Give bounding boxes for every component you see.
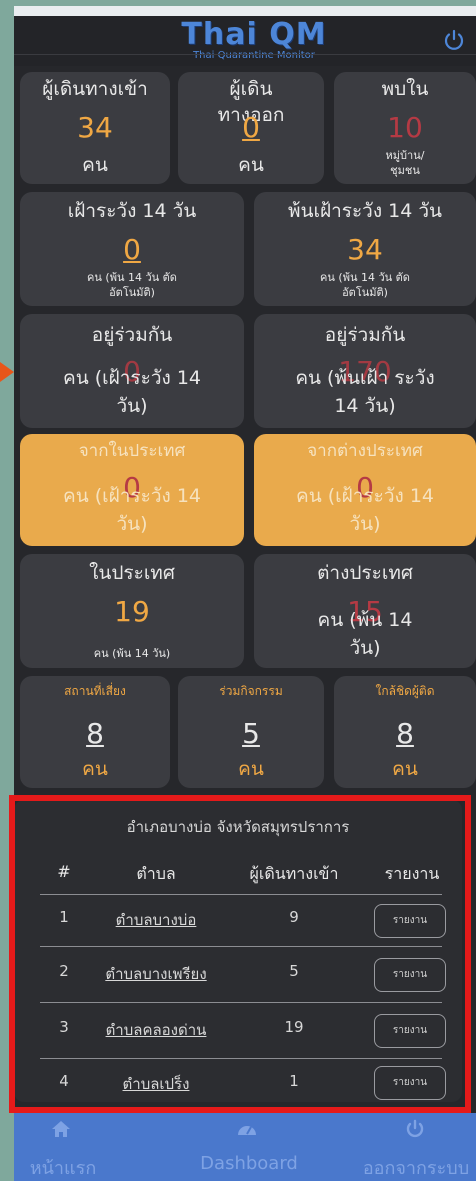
card-unit: คน [238, 758, 264, 780]
card-cohabitant-watch[interactable]: อยู่ร่วมกัน 0 คน (เฝ้าระวัง 14 วัน) [20, 314, 244, 428]
card-title: อยู่ร่วมกัน [324, 324, 406, 346]
arrival-count: 19 [284, 1018, 304, 1036]
card-title: ผู้เดินทางเข้า [42, 78, 148, 100]
card-value: 5 [242, 717, 260, 750]
card-close-contact[interactable]: ใกล้ชิดผู้ติด 8 คน [334, 676, 476, 788]
card-value: 0 [242, 111, 260, 144]
card-title: ร่วมกิจกรรม [219, 684, 283, 698]
card-released-14-days[interactable]: พ้นเฝ้าระวัง 14 วัน 34 คน (พ้น 14 วัน ตั… [254, 192, 476, 306]
card-title: พ้นเฝ้าระวัง 14 วัน [287, 200, 443, 222]
card-title: เฝ้าระวัง 14 วัน [67, 200, 197, 222]
report-button[interactable]: รายงาน [374, 904, 446, 938]
card-note: คน (พ้น 14 วัน ตัด อัตโนมัติ) [87, 271, 177, 299]
row-number: 1 [59, 908, 69, 926]
card-cohabitant-released[interactable]: อยู่ร่วมกัน 170 คน (พ้นเฝ้า ระวัง 14 วัน… [254, 314, 476, 428]
logout-icon [406, 1119, 424, 1138]
card-note: คน (พ้น 14 วัน ตัด อัตโนมัติ) [320, 271, 410, 299]
card-found-in[interactable]: พบใน 10 หมู่บ้าน/ ชุมชน [334, 72, 476, 184]
card-title: จากในประเทศ [78, 441, 186, 461]
card-risk-location[interactable]: สถานที่เสี่ยง 8 คน [20, 676, 170, 788]
card-title: สถานที่เสี่ยง [64, 684, 126, 698]
card-unit: คน (เฝ้าระวัง 14 วัน) [295, 485, 435, 535]
card-watch-14-days[interactable]: เฝ้าระวัง 14 วัน 0 คน (พ้น 14 วัน ตัด อั… [20, 192, 244, 306]
row-number: 3 [59, 1018, 69, 1036]
card-from-domestic[interactable]: จากในประเทศ 0 คน (เฝ้าระวัง 14 วัน) [20, 434, 244, 546]
card-title: ในประเทศ [89, 562, 175, 584]
nav-logout[interactable]: ออกจากระบบ [356, 1153, 476, 1181]
card-arrivals[interactable]: ผู้เดินทางเข้า 34 คน [20, 72, 170, 184]
card-title: พบใน [381, 78, 429, 100]
card-domestic[interactable]: ในประเทศ 19 คน (พ้น 14 วัน) [20, 554, 244, 668]
dashboard-icon [238, 1126, 256, 1135]
col-header-report: รายงาน [384, 864, 440, 883]
annotation-arrow [0, 362, 14, 382]
card-unit: คน (พ้นเฝ้า ระวัง 14 วัน) [295, 367, 435, 417]
card-title: จากต่างประเทศ [307, 441, 423, 461]
card-value: 0 [123, 233, 141, 266]
card-value: 34 [77, 111, 113, 144]
report-button[interactable]: รายงาน [374, 958, 446, 992]
card-joined-activity[interactable]: ร่วมกิจกรรม 5 คน [178, 676, 324, 788]
app-logo: Thai QM [181, 17, 327, 52]
col-header-no: # [57, 862, 71, 881]
card-abroad[interactable]: ต่างประเทศ 15 คน (พ้น 14 วัน) [254, 554, 476, 668]
row-divider [40, 894, 442, 895]
tambon-link[interactable]: ตำบลเปร็ง [96, 1072, 216, 1096]
power-icon[interactable] [442, 28, 466, 52]
card-title: อยู่ร่วมกัน [91, 324, 173, 346]
app-logo-subtitle: Thai Quarantine Monitor [193, 50, 315, 61]
app-header: Thai QM Thai Quarantine Monitor [14, 16, 476, 66]
tambon-link[interactable]: ตำบลบางบ่อ [96, 908, 216, 932]
card-unit: คน [392, 758, 418, 780]
nav-home[interactable]: หน้าแรก [14, 1153, 112, 1181]
bottom-nav: หน้าแรก Dashboard ออกจากระบบ [14, 1113, 476, 1181]
card-value: 34 [347, 233, 383, 266]
row-number: 4 [59, 1072, 69, 1090]
col-header-tambon: ตำบล [136, 864, 176, 883]
nav-dashboard[interactable]: Dashboard [184, 1153, 314, 1174]
home-icon [52, 1121, 70, 1137]
report-button[interactable]: รายงาน [374, 1014, 446, 1048]
report-button[interactable]: รายงาน [374, 1066, 446, 1100]
card-unit: คน (พ้น 14 วัน) [317, 609, 413, 659]
arrival-count: 5 [289, 962, 299, 980]
card-unit: คน [238, 154, 264, 176]
card-value: 8 [86, 717, 104, 750]
card-value: 8 [396, 717, 414, 750]
row-divider [40, 1002, 442, 1003]
row-number: 2 [59, 962, 69, 980]
card-title: ใกล้ชิดผู้ติด [375, 684, 435, 698]
tambon-link[interactable]: ตำบลบางเพรียง [92, 962, 220, 986]
card-note: คน (พ้น 14 วัน) [93, 647, 171, 660]
tambon-link[interactable]: ตำบลคลองด่าน [96, 1018, 216, 1042]
row-divider [40, 946, 442, 947]
arrival-count: 1 [289, 1072, 299, 1090]
status-strip [14, 6, 476, 16]
card-unit: หมู่บ้าน/ ชุมชน [385, 149, 425, 177]
district-table [14, 800, 462, 1102]
card-unit: คน [82, 758, 108, 780]
table-caption: อำเภอบางบ่อ จังหวัดสมุทรปราการ [126, 818, 350, 836]
card-from-abroad[interactable]: จากต่างประเทศ 0 คน (เฝ้าระวัง 14 วัน) [254, 434, 476, 546]
card-unit: คน (เฝ้าระวัง 14 วัน) [62, 367, 202, 417]
arrival-count: 9 [289, 908, 299, 926]
card-departures[interactable]: ผู้เดิน ทางออก 0 คน [178, 72, 324, 184]
card-unit: คน [82, 154, 108, 176]
card-unit: คน (เฝ้าระวัง 14 วัน) [62, 485, 202, 535]
card-value: 10 [387, 111, 423, 144]
col-header-arrivals: ผู้เดินทางเข้า [249, 864, 339, 883]
card-value: 19 [114, 595, 150, 628]
card-title: ต่างประเทศ [317, 562, 413, 584]
row-divider [40, 1058, 442, 1059]
header-divider [14, 54, 476, 55]
